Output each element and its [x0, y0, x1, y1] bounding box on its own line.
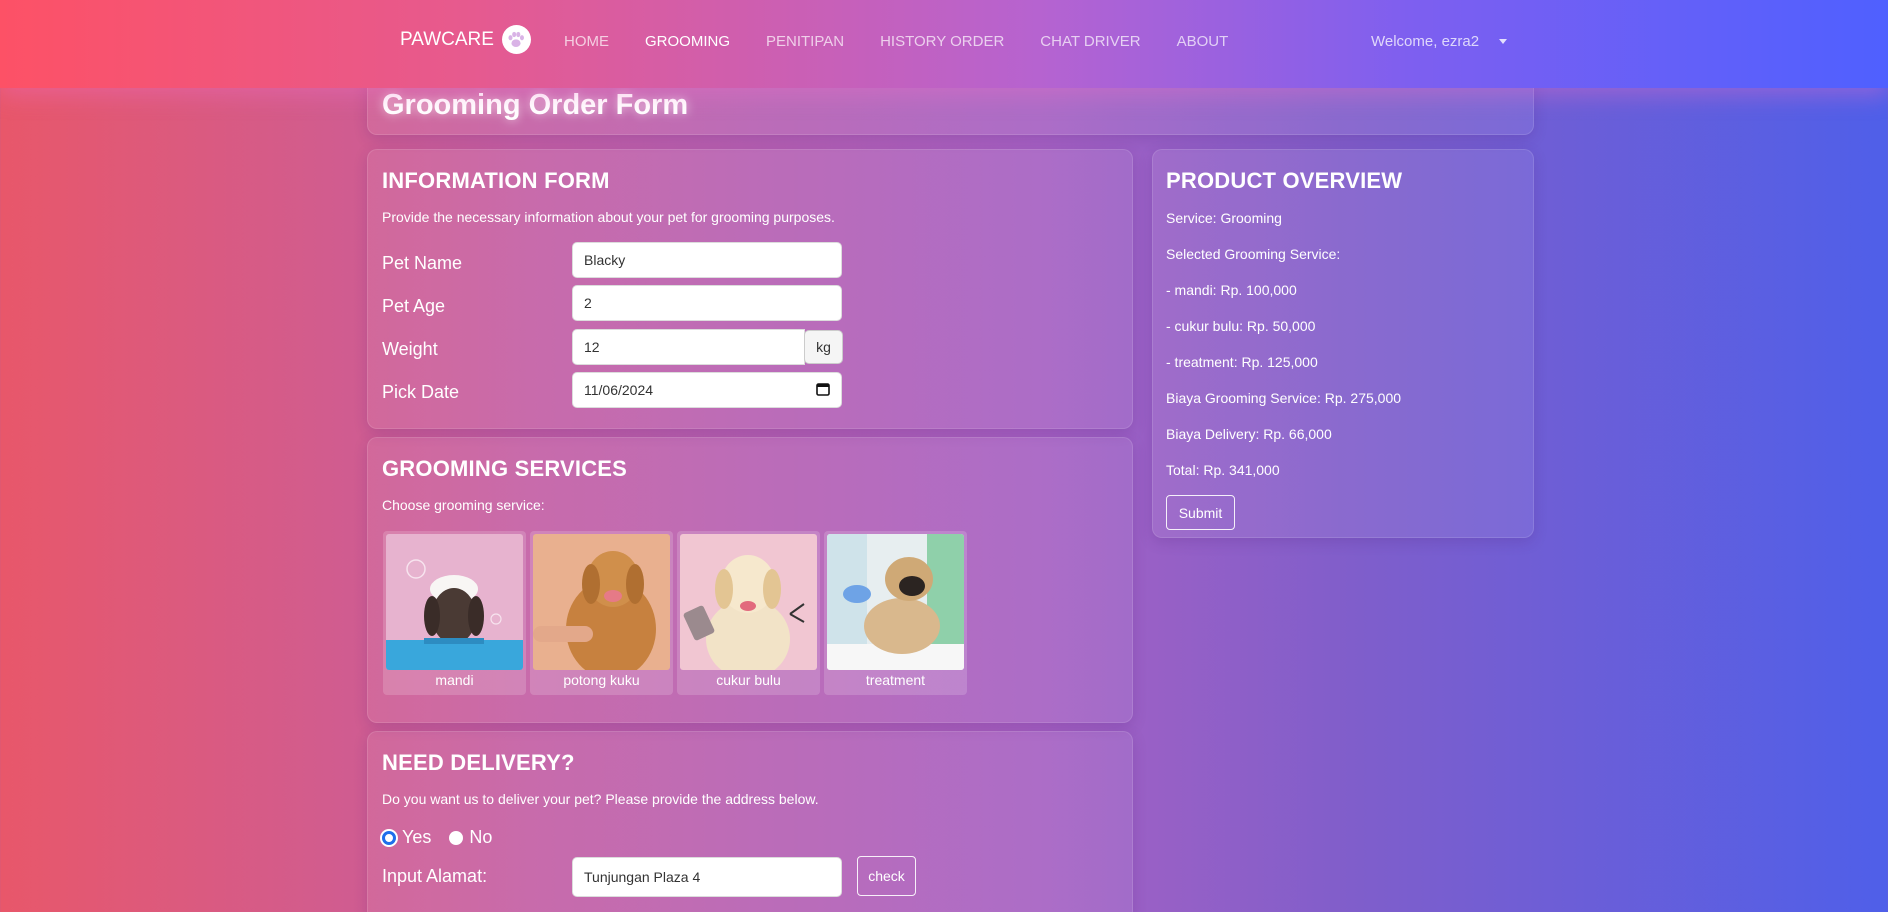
- service-image-potong-kuku: [533, 534, 670, 670]
- submit-button[interactable]: Submit: [1166, 495, 1235, 530]
- pick-date-label: Pick Date: [382, 382, 460, 402]
- information-form-card: INFORMATION FORM Provide the necessary i…: [367, 149, 1133, 429]
- weight-label: Weight: [382, 339, 438, 359]
- address-input[interactable]: Tunjungan Plaza 4: [572, 857, 842, 897]
- pick-date-value: 11/06/2024: [584, 382, 654, 398]
- delivery-radio-group: Yes No: [382, 827, 492, 848]
- overview-selected-header: Selected Grooming Service:: [1166, 246, 1341, 262]
- address-value: Tunjungan Plaza 4: [584, 869, 701, 885]
- delivery-card: NEED DELIVERY? Do you want us to deliver…: [367, 731, 1133, 912]
- address-label: Input Alamat:: [382, 866, 488, 886]
- overview-delivery-cost: Biaya Delivery: Rp. 66,000: [1166, 426, 1332, 442]
- overview-service: Service: Grooming: [1166, 210, 1282, 226]
- grooming-services-card: GROOMING SERVICES Choose grooming servic…: [367, 437, 1133, 723]
- delivery-yes-label[interactable]: Yes: [402, 827, 431, 848]
- nav-home[interactable]: HOME: [564, 33, 609, 50]
- overview-item-mandi: - mandi: Rp. 100,000: [1166, 282, 1297, 298]
- service-image-mandi: [386, 534, 523, 670]
- paw-icon: [501, 25, 531, 54]
- overview-service-cost: Biaya Grooming Service: Rp. 275,000: [1166, 390, 1402, 406]
- page-title: Grooming Order Form: [382, 89, 689, 121]
- service-label-treatment: treatment: [865, 672, 926, 688]
- service-label-mandi: mandi: [435, 672, 474, 688]
- nav-about[interactable]: ABOUT: [1177, 33, 1229, 50]
- grooming-services-description: Choose grooming service:: [382, 497, 545, 513]
- check-address-button[interactable]: check: [857, 856, 916, 896]
- nav-links: HOME GROOMING PENITIPAN HISTORY ORDER CH…: [564, 33, 1264, 50]
- pet-age-input[interactable]: 2: [572, 285, 842, 321]
- brand[interactable]: PAWCARE: [400, 25, 531, 54]
- delivery-yes-radio[interactable]: [382, 830, 396, 845]
- delivery-description: Do you want us to deliver your pet? Plea…: [382, 791, 819, 807]
- service-image-treatment: [827, 534, 964, 670]
- pet-age-label: Pet Age: [382, 296, 446, 316]
- pick-date-input[interactable]: 11/06/2024: [572, 372, 842, 408]
- service-treatment[interactable]: treatment: [824, 531, 967, 695]
- overview-total: Total: Rp. 341,000: [1166, 462, 1280, 478]
- information-form-title: INFORMATION FORM: [382, 168, 610, 193]
- service-potong-kuku[interactable]: potong kuku: [530, 531, 673, 695]
- top-navbar: PAWCARE HOME GROOMING PENITIPAN HISTORY …: [0, 0, 1888, 88]
- delivery-no-radio[interactable]: [449, 830, 464, 845]
- weight-input[interactable]: 12: [572, 329, 805, 365]
- service-cukur-bulu[interactable]: cukur bulu: [677, 531, 820, 695]
- nav-history-order[interactable]: HISTORY ORDER: [880, 33, 1004, 50]
- weight-unit-addon: kg: [804, 330, 843, 364]
- nav-grooming[interactable]: GROOMING: [645, 33, 730, 50]
- pet-name-label: Pet Name: [382, 253, 463, 273]
- user-menu-dropdown[interactable]: Welcome, ezra2: [1371, 33, 1508, 50]
- grooming-services-title: GROOMING SERVICES: [382, 456, 628, 481]
- service-image-cukur-bulu: [680, 534, 817, 670]
- information-form-description: Provide the necessary information about …: [382, 209, 835, 225]
- pet-name-input[interactable]: Blacky: [572, 242, 842, 278]
- delivery-title: NEED DELIVERY?: [382, 750, 575, 775]
- weight-value: 12: [584, 339, 600, 355]
- service-mandi[interactable]: mandi: [383, 531, 526, 695]
- nav-penitipan[interactable]: PENITIPAN: [766, 33, 844, 50]
- calendar-icon[interactable]: [816, 382, 830, 399]
- product-overview-card: PRODUCT OVERVIEW Service: Grooming Selec…: [1152, 149, 1534, 538]
- pet-age-value: 2: [584, 295, 592, 311]
- pet-name-value: Blacky: [584, 252, 626, 268]
- delivery-no-label[interactable]: No: [469, 827, 492, 848]
- nav-chat-driver[interactable]: CHAT DRIVER: [1040, 33, 1140, 50]
- brand-name[interactable]: PAWCARE: [400, 29, 494, 51]
- overview-item-cukur-bulu: - cukur bulu: Rp. 50,000: [1166, 318, 1316, 334]
- overview-item-treatment: - treatment: Rp. 125,000: [1166, 354, 1318, 370]
- user-welcome[interactable]: Welcome, ezra2: [1371, 33, 1479, 50]
- service-label-potong-kuku: potong kuku: [563, 672, 640, 688]
- service-label-cukur-bulu: cukur bulu: [716, 672, 781, 688]
- product-overview-title: PRODUCT OVERVIEW: [1166, 168, 1403, 193]
- caret-down-icon[interactable]: [1499, 39, 1508, 44]
